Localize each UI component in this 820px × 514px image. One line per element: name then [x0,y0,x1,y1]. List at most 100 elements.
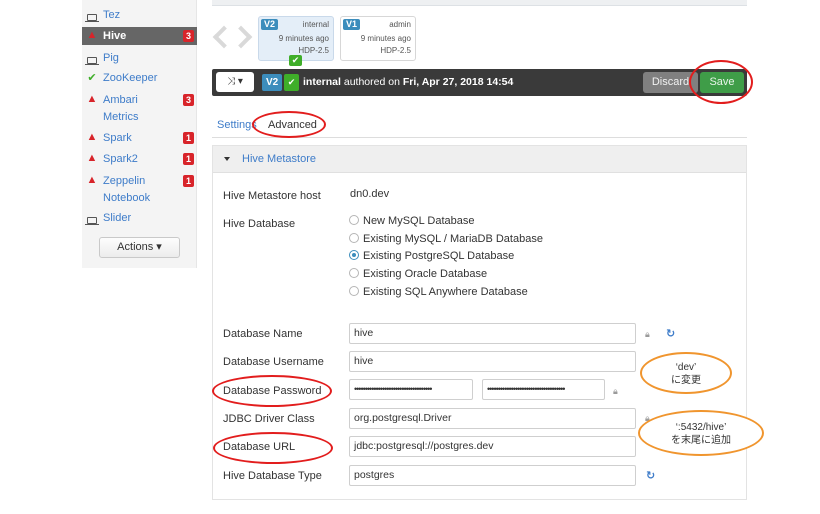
database-url-input[interactable]: jdbc:postgresql://postgres.dev [349,436,636,457]
radio-label: New MySQL Database [363,215,475,227]
sidebar-item-label: Spark2 [103,153,138,165]
sidebar-item-slider[interactable]: Slider [82,209,197,227]
authored-on-text: authored on [340,76,403,88]
version-tag: V2 [261,19,279,30]
database-username-input[interactable]: hive [349,351,636,372]
warning-icon: ▲ [86,93,98,105]
sidebar-item-spark2[interactable]: ▲ Spark2 1 [82,150,197,168]
chevron-right-icon[interactable] [229,25,253,49]
refresh-icon[interactable]: ↻ [646,469,655,482]
password-label-highlight-circle [212,375,332,407]
panel-header[interactable]: Hive Metastore [213,146,746,173]
radio-existing-sql-anywhere[interactable]: Existing SQL Anywhere Database [349,286,528,298]
version-author-name: internal [303,76,341,88]
version-author: internal [302,20,329,29]
version-info-bar: ⤨ ▾ V2 ✔ internal authored on Fri, Apr 2… [212,69,747,96]
radio-label: Existing SQL Anywhere Database [363,286,528,298]
sidebar-item-label: Hive [103,30,127,42]
version-authored-text: internal authored on Fri, Apr 27, 2018 1… [303,69,513,96]
sidebar-item-zeppelin-notebook[interactable]: ▲ Zeppelin Notebook 1 [82,172,197,208]
tab-settings[interactable]: Settings [217,118,257,132]
callout-text: ‘:5432/hive’ [675,422,727,433]
url-callout: ‘:5432/hive’ を末尾に追加 [638,410,764,456]
sidebar-item-hive[interactable]: ▲ Hive 3 [82,27,197,45]
password-callout: ‘dev’ に変更 [640,352,732,394]
sidebar-item-tez[interactable]: Tez [82,6,197,24]
database-name-input[interactable]: hive [349,323,636,344]
warning-icon: ▲ [86,174,98,186]
sidebar-item-label: Tez [103,9,121,21]
check-circle-icon: ✔ [87,72,97,84]
services-sidebar: Tez ▲ Hive 3 Pig ✔ ZooKeeper ▲ Ambari Me… [82,0,197,268]
caret-down-icon [224,157,230,161]
alert-count-badge: 3 [183,94,194,106]
lock-icon[interactable]: 🔒︎ [613,386,618,397]
callout-text: を末尾に追加 [671,435,731,446]
hive-database-type-input[interactable]: postgres [349,465,636,486]
current-version-check-icon: ✔ [289,55,302,66]
radio-label: Existing PostgreSQL Database [363,250,515,262]
alert-count-badge: 1 [183,175,194,187]
laptop-icon [85,11,99,23]
top-divider [212,0,747,6]
sidebar-item-label-line2: Metrics [103,111,139,123]
version-author: admin [389,20,411,29]
sidebar-item-label: Spark [103,132,132,144]
radio-new-mysql[interactable]: New MySQL Database [349,215,474,227]
sidebar-item-label: Pig [103,52,119,64]
warning-icon: ▲ [86,152,98,164]
sidebar-item-label-line2: Notebook [103,192,151,204]
sidebar-item-label: Zeppelin [103,175,146,187]
radio-button[interactable] [349,286,359,296]
lock-icon[interactable]: 🔒︎ [645,329,650,340]
database-name-label: Database Name [223,328,303,340]
version-time: 9 minutes ago [278,34,329,43]
warning-icon: ▲ [86,29,98,41]
current-version-tag: V2 [262,74,283,91]
laptop-icon [85,214,99,226]
panel-title: Hive Metastore [242,153,316,165]
compare-versions-dropdown[interactable]: ⤨ ▾ [216,72,254,92]
current-check-icon: ✔ [284,74,299,91]
warning-icon: ▲ [86,131,98,143]
database-username-label: Database Username [223,356,324,368]
hive-database-type-label: Hive Database Type [223,470,322,482]
refresh-icon[interactable]: ↻ [666,327,675,340]
sidebar-item-spark[interactable]: ▲ Spark 1 [82,129,197,147]
radio-existing-postgresql[interactable]: Existing PostgreSQL Database [349,250,514,262]
radio-existing-mysql[interactable]: Existing MySQL / MariaDB Database [349,233,543,245]
radio-button[interactable] [349,215,359,225]
advanced-tab-highlight-circle [252,111,326,138]
laptop-icon [85,54,99,66]
sidebar-item-label: ZooKeeper [103,72,158,84]
radio-button[interactable] [349,268,359,278]
metastore-host-value: dn0.dev [350,188,390,200]
sidebar-item-label: Slider [103,212,132,224]
hive-database-label: Hive Database [223,218,296,230]
database-password-input[interactable]: •••••••••••••••••••••••••••••••••••• [349,379,473,400]
version-stack: HDP-2.5 [380,46,411,55]
version-card-v1[interactable]: V1 admin 9 minutes ago HDP-2.5 [340,16,416,61]
sidebar-item-pig[interactable]: Pig [82,49,197,67]
metastore-host-label: Hive Metastore host [223,190,321,202]
sidebar-item-ambari-metrics[interactable]: ▲ Ambari Metrics 3 [82,91,197,127]
version-tag: V1 [343,19,361,30]
sidebar-item-label: Ambari [103,94,138,106]
alert-count-badge: 1 [183,153,194,165]
callout-text: に変更 [671,375,701,386]
alert-count-badge: 1 [183,132,194,144]
radio-existing-oracle[interactable]: Existing Oracle Database [349,268,487,280]
radio-label: Existing Oracle Database [363,268,488,280]
version-time: 9 minutes ago [360,34,411,43]
actions-dropdown-button[interactable]: Actions ▾ [99,237,180,258]
version-date: Fri, Apr 27, 2018 14:54 [402,76,514,88]
alert-count-badge: 3 [183,30,194,42]
database-password-confirm-input[interactable]: •••••••••••••••••••••••••••••••••••• [482,379,605,400]
radio-button-selected[interactable] [349,250,359,260]
jdbc-driver-class-input[interactable]: org.postgresql.Driver [349,408,636,429]
save-highlight-circle [689,60,753,104]
radio-button[interactable] [349,233,359,243]
jdbc-driver-class-label: JDBC Driver Class [223,413,315,425]
sidebar-item-zookeeper[interactable]: ✔ ZooKeeper [82,69,197,87]
version-stack: HDP-2.5 [298,46,329,55]
